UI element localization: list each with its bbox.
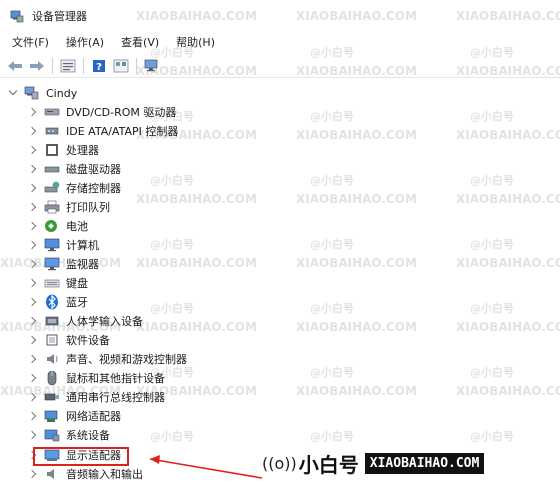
brand-watermark: ((o)) 小白号 XIAOBAIHAO.COM <box>262 450 485 477</box>
brand-url: XIAOBAIHAO.COM <box>364 452 485 474</box>
annotation-arrow <box>149 455 263 479</box>
signal-icon: ((o)) <box>262 453 297 473</box>
brand-cn: 小白号 <box>298 452 359 477</box>
